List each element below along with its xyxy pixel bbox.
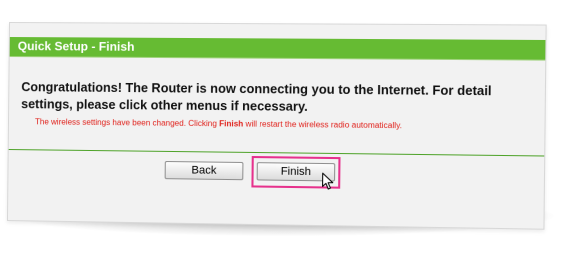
- notice-finish-emphasis: Finish: [219, 119, 244, 129]
- wireless-notice: The wireless settings have been changed.…: [35, 117, 540, 132]
- notice-text-before: The wireless settings have been changed.…: [34, 117, 220, 129]
- back-button[interactable]: Back: [164, 160, 244, 181]
- mouse-pointer-icon: [322, 172, 337, 191]
- panel-title: Quick Setup - Finish: [17, 39, 135, 54]
- notice-text-after: will restart the wireless radio automati…: [243, 119, 403, 131]
- congratulations-message: Congratulations! The Router is now conne…: [21, 80, 492, 114]
- quick-setup-panel: Quick Setup - Finish Congratulations! Th…: [6, 21, 547, 230]
